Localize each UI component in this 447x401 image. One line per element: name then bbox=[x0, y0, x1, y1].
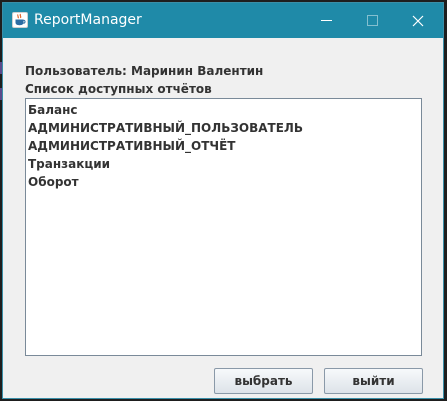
report-item-admin-user[interactable]: АДМИНИСТРАТИВНЫЙ_ПОЛЬЗОВАТЕЛЬ bbox=[26, 119, 421, 137]
exit-button[interactable]: выйти bbox=[324, 368, 423, 394]
close-icon bbox=[412, 15, 424, 26]
content-panel: Пользователь: Маринин Валентин Список до… bbox=[3, 38, 443, 398]
report-list[interactable]: Баланс АДМИНИСТРАТИВНЫЙ_ПОЛЬЗОВАТЕЛЬ АДМ… bbox=[25, 98, 422, 356]
user-label: Пользователь: Маринин Валентин bbox=[25, 64, 264, 78]
minimize-icon bbox=[320, 20, 332, 21]
report-list-caption: Список доступных отчётов bbox=[25, 82, 212, 96]
report-manager-window: ReportManager Пользователь: Маринин Вале… bbox=[2, 2, 444, 399]
close-button[interactable] bbox=[395, 3, 441, 38]
maximize-button[interactable] bbox=[349, 3, 395, 38]
select-button[interactable]: выбрать bbox=[214, 368, 313, 394]
maximize-icon bbox=[366, 15, 378, 26]
title-bar[interactable]: ReportManager bbox=[3, 3, 443, 38]
report-item-balance[interactable]: Баланс bbox=[26, 101, 421, 119]
report-item-admin-report[interactable]: АДМИНИСТРАТИВНЫЙ_ОТЧЁТ bbox=[26, 137, 421, 155]
minimize-button[interactable] bbox=[303, 3, 349, 38]
report-item-transactions[interactable]: Транзакции bbox=[26, 155, 421, 173]
window-title: ReportManager bbox=[34, 12, 142, 28]
java-cup-icon bbox=[12, 12, 28, 28]
report-item-turnover[interactable]: Оборот bbox=[26, 173, 421, 191]
